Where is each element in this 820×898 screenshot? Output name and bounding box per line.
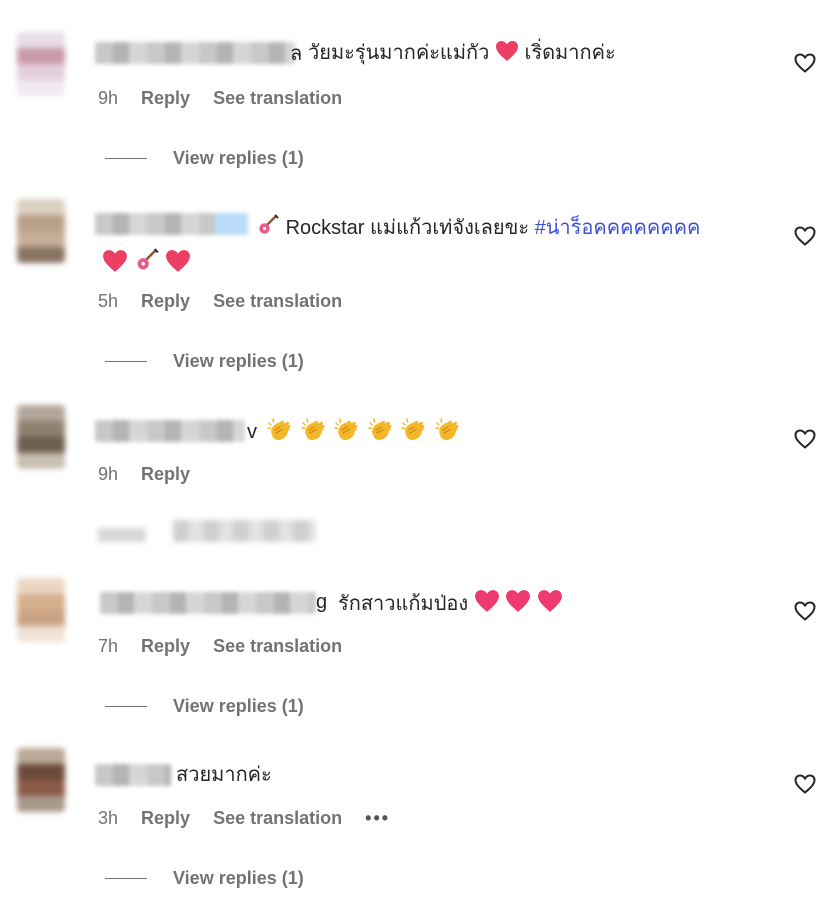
username-blurred[interactable] <box>95 42 295 64</box>
comment-text: วัยมะรุ่นมากค่ะแม่กัว เริ่ดมากค่ะ <box>308 40 616 66</box>
reply-button[interactable]: Reply <box>141 88 190 108</box>
red-heart-emoji-icon <box>103 250 127 272</box>
view-replies-button[interactable]: View replies (1) <box>105 350 304 372</box>
see-translation-button[interactable]: See translation <box>213 808 342 828</box>
reply-button[interactable]: Reply <box>141 291 190 311</box>
username-tail: v <box>247 421 257 443</box>
comment-text: รักสาวแก้มป่อง <box>338 589 563 617</box>
avatar[interactable] <box>17 405 65 469</box>
heart-outline-icon[interactable] <box>793 428 817 450</box>
comment-meta: 9h Reply <box>98 463 208 485</box>
timestamp: 5h <box>98 291 119 311</box>
clapping-hands-emoji-icon <box>401 418 425 440</box>
avatar[interactable] <box>17 199 65 263</box>
timestamp: 7h <box>98 636 119 656</box>
red-heart-emoji-icon <box>495 41 518 61</box>
clapping-hands-emoji-icon <box>334 418 358 440</box>
view-replies-label: View replies (1) <box>173 350 304 371</box>
timestamp: 9h <box>98 88 119 108</box>
hashtag-link[interactable]: #น่าร็อคคคคคคคค <box>535 217 701 239</box>
see-translation-button[interactable]: See translation <box>213 636 342 656</box>
username-tail: g <box>316 591 328 613</box>
view-replies-button-blurred[interactable] <box>98 516 318 546</box>
replies-divider <box>105 877 147 879</box>
view-replies-label: View replies (1) <box>173 147 304 168</box>
replies-divider <box>105 157 147 159</box>
pink-heart-emoji-icon <box>474 590 499 612</box>
username-tail: ล <box>290 43 303 65</box>
clapping-hands-emoji-icon <box>367 418 392 440</box>
avatar[interactable] <box>17 748 65 812</box>
replies-divider <box>105 705 147 707</box>
comment-meta: 5h Reply See translation <box>98 290 360 312</box>
reply-button[interactable]: Reply <box>141 636 190 656</box>
username-blurred[interactable] <box>95 213 248 235</box>
heart-outline-icon[interactable] <box>793 52 817 74</box>
see-translation-button[interactable]: See translation <box>213 291 342 311</box>
more-options-icon[interactable]: ••• <box>365 807 390 829</box>
view-replies-button[interactable]: View replies (1) <box>105 695 304 717</box>
avatar[interactable] <box>17 578 65 642</box>
replies-divider <box>105 360 147 362</box>
guitar-emoji-icon <box>137 248 159 270</box>
see-translation-button[interactable]: See translation <box>213 88 342 108</box>
timestamp: 9h <box>98 464 119 484</box>
comment-text-part: สวยมากค่ะ <box>176 764 272 786</box>
comment-meta: 9h Reply See translation <box>98 87 360 109</box>
red-heart-emoji-icon <box>166 250 191 272</box>
username-blurred[interactable] <box>95 764 171 786</box>
comment-text-part: เริ่ดมากค่ะ <box>524 42 616 64</box>
reply-button[interactable]: Reply <box>141 464 190 484</box>
clapping-hands-emoji-icon <box>267 418 291 440</box>
timestamp: 3h <box>98 808 119 828</box>
comment-text: Rockstar แม่แก้วเท่จังเลยขะ #น่าร็อคคคคค… <box>256 213 700 241</box>
comment-text-part: รักสาวแก้มป่อง <box>338 593 469 615</box>
comment-text-part: Rockstar แม่แก้วเท่จังเลยขะ <box>285 217 530 239</box>
view-replies-label: View replies (1) <box>173 695 304 716</box>
reply-button[interactable]: Reply <box>141 808 190 828</box>
view-replies-label: View replies (1) <box>173 867 304 888</box>
username-blurred[interactable] <box>100 592 316 614</box>
avatar[interactable] <box>17 32 65 96</box>
clapping-hands-emoji-icon <box>435 418 459 440</box>
username-blurred[interactable] <box>95 420 245 442</box>
comment-meta: 7h Reply See translation <box>98 635 360 657</box>
clapping-hands-emoji-icon <box>300 418 325 440</box>
pink-heart-emoji-icon <box>537 590 562 612</box>
view-replies-button[interactable]: View replies (1) <box>105 147 304 169</box>
guitar-emoji-icon <box>259 214 279 234</box>
comment-emoji-line <box>102 247 191 277</box>
comment-text <box>266 417 462 449</box>
comment-text-part: วัยมะรุ่นมากค่ะแม่กัว <box>308 42 490 64</box>
pink-heart-emoji-icon <box>506 590 531 612</box>
view-replies-button[interactable]: View replies (1) <box>105 867 304 889</box>
heart-outline-icon[interactable] <box>793 773 817 795</box>
heart-outline-icon[interactable] <box>793 225 817 247</box>
comment-meta: 3h Reply See translation ••• <box>98 807 408 829</box>
comment-text: สวยมากค่ะ <box>176 762 272 788</box>
comments-feed: ล วัยมะรุ่นมากค่ะแม่กัว เริ่ดมากค่ะ 9h R… <box>0 0 820 898</box>
heart-outline-icon[interactable] <box>793 600 817 622</box>
